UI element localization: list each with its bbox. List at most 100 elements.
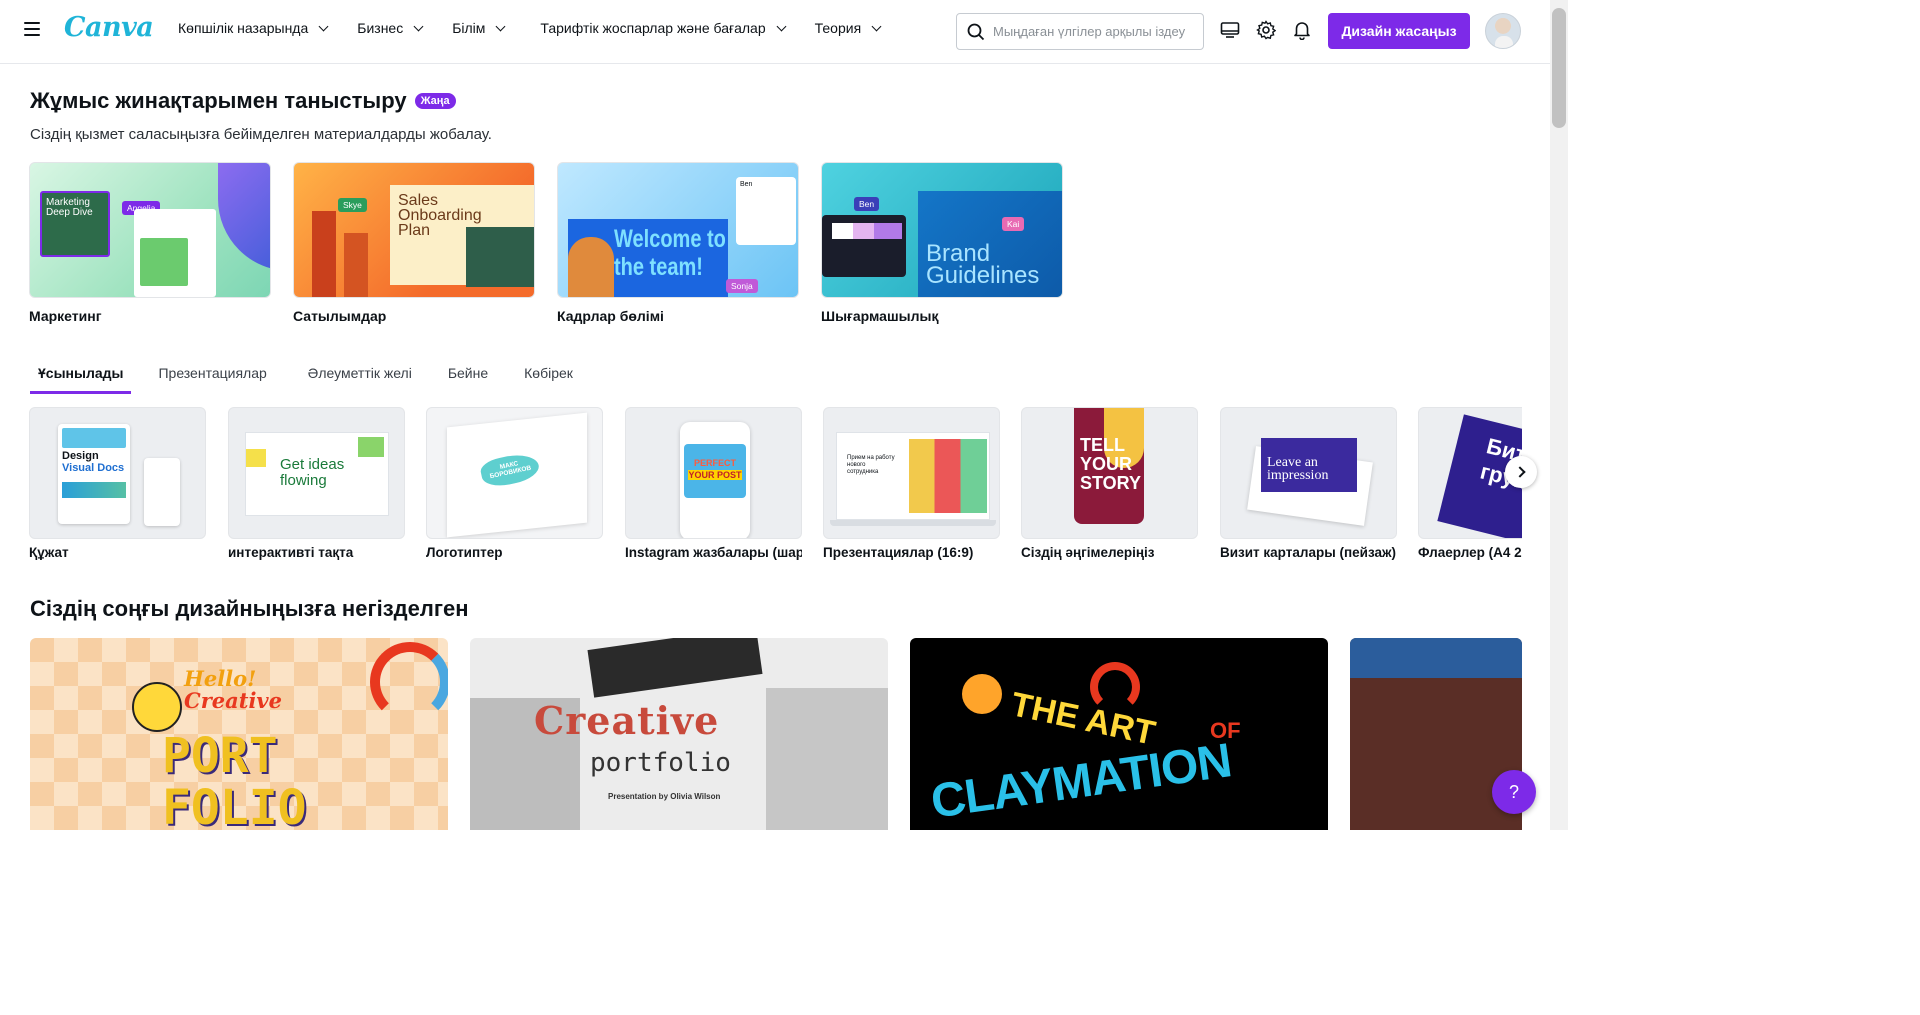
design-type-thumbnail: TELL YOUR STORY xyxy=(1021,407,1198,539)
slide-text: Guidelines xyxy=(926,262,1040,289)
design-type-whiteboard[interactable]: Get ideas flowing интерактивті тақта xyxy=(228,407,405,560)
design-type-thumbnail: PERFECT YOUR POST xyxy=(625,407,802,539)
tab-social-media[interactable]: Әлеуметтік желі xyxy=(300,362,420,394)
kits-subtitle: Сіздің қызмет саласыңызға бейімделген ма… xyxy=(30,126,492,143)
sun-sticker xyxy=(962,674,1002,714)
portrait-image xyxy=(568,237,614,297)
help-button[interactable]: ? xyxy=(1492,770,1536,814)
doc-page: Design Visual Docs xyxy=(58,424,130,524)
carousel-next-button[interactable] xyxy=(1505,456,1537,488)
sticker-text: PORT xyxy=(162,728,278,784)
card-front: Leave an impression xyxy=(1261,438,1357,492)
recent-design-card[interactable]: Hello! Creative PORT FOLIO xyxy=(30,638,448,830)
bell-icon[interactable] xyxy=(1290,18,1314,42)
nav-item-pricing[interactable]: Тарифтік жоспарлар және бағалар xyxy=(540,20,787,36)
brand-slide: Brand Guidelines xyxy=(918,191,1062,297)
design-type-label: интерактивті тақта xyxy=(228,545,354,560)
kit-label: Маркетинг xyxy=(29,308,102,324)
rainbow-sticker xyxy=(370,642,448,722)
design-type-business-card[interactable]: Leave an impression Визит карталары (пей… xyxy=(1220,407,1397,560)
bar-shape xyxy=(312,211,336,297)
kit-thumbnail: Marketing Deep Dive Angelia xyxy=(29,162,271,298)
creative-title: Creative xyxy=(534,698,720,743)
story-image: TELL YOUR STORY xyxy=(1074,408,1144,524)
avatar[interactable] xyxy=(1485,13,1521,49)
chevron-down-icon xyxy=(495,21,506,31)
portfolio-title: PORT FOLIO xyxy=(162,730,307,830)
chevron-down-icon xyxy=(318,21,329,31)
sticky-note xyxy=(246,449,266,467)
chevron-down-icon xyxy=(413,21,424,31)
design-type-tabs: Ұсынылады Презентациялар Әлеуметтік желі… xyxy=(30,362,600,394)
post-image: PERFECT YOUR POST xyxy=(684,444,746,498)
kit-label: Кадрлар бөлімі xyxy=(557,308,664,324)
kit-card-marketing[interactable]: Marketing Deep Dive Angelia Маркетинг xyxy=(29,162,271,324)
design-type-label: Логотиптер xyxy=(426,545,503,560)
portrait-image xyxy=(140,238,188,286)
nav-item-business[interactable]: Бизнес xyxy=(357,20,424,36)
design-type-instagram-post[interactable]: PERFECT YOUR POST Instagram жазбалары (ш… xyxy=(625,407,802,560)
scrollbar[interactable] xyxy=(1550,0,1568,830)
palette-strip xyxy=(832,223,902,239)
tab-more[interactable]: Көбірек xyxy=(516,362,581,394)
gear-icon[interactable] xyxy=(1254,18,1278,42)
profile-name: Ben xyxy=(740,181,753,188)
nav-item-learn[interactable]: Теория xyxy=(815,20,882,36)
doc-chart xyxy=(62,482,126,498)
canva-logo[interactable]: Canva xyxy=(64,12,154,43)
design-type-doc[interactable]: Design Visual Docs Құжат xyxy=(29,407,206,560)
sticker-text: Creative xyxy=(184,688,282,713)
collaborator-tag: Kai xyxy=(1002,217,1025,231)
design-type-label: Визит карталары (пейзаж) xyxy=(1220,545,1397,560)
tab-recommended[interactable]: Ұсынылады xyxy=(30,362,132,394)
nav-label: Көпшілік назарында xyxy=(178,20,309,36)
slide-text: Прием на работу нового сотрудника xyxy=(847,455,895,475)
chevron-down-icon xyxy=(776,21,787,31)
story-text: TELL xyxy=(1080,435,1125,455)
search-box[interactable] xyxy=(956,13,1204,50)
collaborator-tag: Sonja xyxy=(726,279,758,293)
sticky-note xyxy=(358,437,384,457)
nav-item-featured[interactable]: Көпшілік назарында xyxy=(178,20,329,36)
whiteboard-canvas: Get ideas flowing xyxy=(245,432,389,516)
slide-text: Onboarding xyxy=(398,207,482,224)
recent-design-card[interactable]: Creative portfolio Presentation by Olivi… xyxy=(470,638,888,830)
smiley-sticker xyxy=(132,682,182,732)
tab-presentations[interactable]: Презентациялар xyxy=(150,362,274,394)
post-text: PERFECT xyxy=(693,458,736,468)
nav-label: Бизнес xyxy=(357,20,404,36)
design-type-label: Сіздің әңгімелеріңіз xyxy=(1021,545,1155,560)
design-type-logo[interactable]: МАКС БОРОВИКОВ Логотиптер xyxy=(426,407,603,560)
hello-text: Hello! Creative xyxy=(184,668,282,712)
design-type-label: Instagram жазбалары (шаршы) xyxy=(625,545,802,560)
menu-icon[interactable] xyxy=(24,22,40,38)
kit-card-hr[interactable]: Welcome to the team! Ben Sonja Кадрлар б… xyxy=(557,162,799,324)
kit-thumbnail: Welcome to the team! Ben Sonja xyxy=(557,162,799,298)
design-type-thumbnail: Leave an impression xyxy=(1220,407,1397,539)
design-type-presentation[interactable]: Прием на работу нового сотрудника Презен… xyxy=(823,407,1000,560)
tape-strip xyxy=(1350,638,1522,678)
kit-card-creative[interactable]: Ben Brand Guidelines Kai Шығармашылық xyxy=(821,162,1063,324)
story-text: YOUR xyxy=(1080,454,1133,474)
recent-design-card[interactable]: THE ART OF CLAYMATION xyxy=(910,638,1328,830)
design-type-thumbnail: Design Visual Docs xyxy=(29,407,206,539)
nav-item-education[interactable]: Білім xyxy=(452,20,506,36)
slide-text: the team! xyxy=(614,253,703,281)
tab-video[interactable]: Бейне xyxy=(440,362,496,394)
laptop-base xyxy=(830,520,996,526)
bar-shape xyxy=(344,233,368,297)
monitor-icon[interactable] xyxy=(1218,18,1242,42)
design-type-story[interactable]: TELL YOUR STORY Сіздің әңгімелеріңіз xyxy=(1021,407,1198,560)
scroll-thumb[interactable] xyxy=(1552,8,1566,128)
kit-card-sales[interactable]: Skye Sales Onboarding Plan Сатылымдар xyxy=(293,162,535,324)
portfolio-subtitle: portfolio xyxy=(590,748,731,778)
kits-title: Жұмыс жинақтарымен таныстыру xyxy=(30,88,407,113)
kit-label: Сатылымдар xyxy=(293,308,387,324)
sticker-text: Hello! xyxy=(184,666,257,691)
doc-text: Design xyxy=(62,450,99,462)
search-input[interactable] xyxy=(993,24,1193,39)
photo-collage xyxy=(766,688,888,830)
design-type-thumbnail: Прием на работу нового сотрудника xyxy=(823,407,1000,539)
slide-text: Sales xyxy=(398,192,439,209)
create-design-button[interactable]: Дизайн жасаңыз xyxy=(1328,13,1470,49)
